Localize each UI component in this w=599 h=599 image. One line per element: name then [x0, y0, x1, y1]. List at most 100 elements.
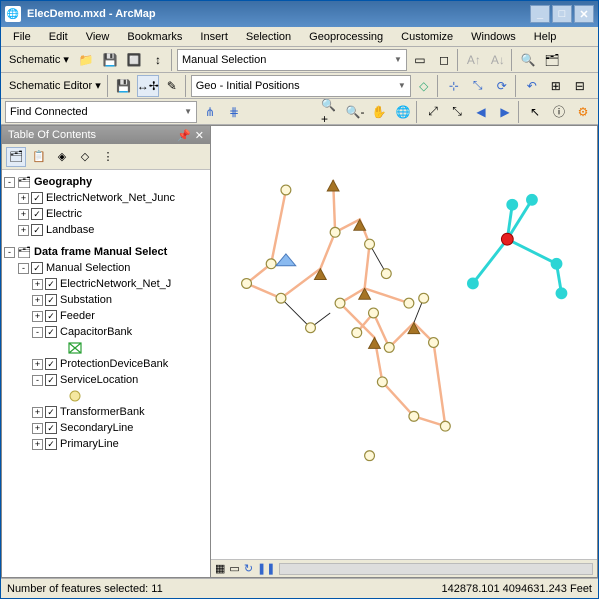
tree-row[interactable]: +✓Landbase — [4, 222, 208, 238]
visibility-checkbox[interactable]: ✓ — [45, 310, 57, 322]
tree-row[interactable]: -✓ServiceLocation — [4, 372, 208, 388]
visibility-checkbox[interactable]: ✓ — [45, 374, 57, 386]
menu-geoprocessing[interactable]: Geoprocessing — [301, 29, 391, 45]
open-diagram-icon[interactable]: 📁 — [75, 49, 97, 71]
fixed-zoom-out-icon[interactable]: ⤡ — [446, 101, 468, 123]
flip-icon[interactable]: ⤡ — [467, 75, 489, 97]
expand-toggle[interactable]: + — [18, 225, 29, 236]
expand-toggle[interactable]: + — [32, 311, 43, 322]
visibility-checkbox[interactable]: ✓ — [31, 262, 43, 274]
visibility-checkbox[interactable]: ✓ — [31, 224, 43, 236]
expand-toggle[interactable]: - — [32, 375, 43, 386]
find-connected-dropdown[interactable]: Find Connected — [5, 101, 197, 123]
selection-mode-dropdown[interactable]: Manual Selection — [177, 49, 407, 71]
save-diagram-icon[interactable]: 💾 — [99, 49, 121, 71]
zoom-in-icon[interactable]: 🔍+ — [320, 101, 342, 123]
list-by-drawing-icon[interactable]: 🗂 — [6, 147, 26, 167]
tree-row[interactable]: +✓Feeder — [4, 308, 208, 324]
trace-icon[interactable]: ⋔ — [199, 101, 221, 123]
visibility-checkbox[interactable]: ✓ — [31, 208, 43, 220]
tree-row[interactable]: +✓Electric — [4, 206, 208, 222]
options-icon[interactable]: ⚙ — [572, 101, 594, 123]
full-extent-icon[interactable]: 🌐 — [392, 101, 414, 123]
search-icon[interactable]: 🔍 — [517, 49, 539, 71]
group-icon[interactable]: ⊞ — [545, 75, 567, 97]
list-by-source-icon[interactable]: 📋 — [29, 147, 49, 167]
ungroup-icon[interactable]: ⊟ — [569, 75, 591, 97]
tree-row[interactable]: +✓ElectricNetwork_Net_Junc — [4, 190, 208, 206]
layout-view-icon[interactable]: ▭ — [229, 562, 239, 575]
tree-row[interactable]: +✓PrimaryLine — [4, 436, 208, 452]
menu-windows[interactable]: Windows — [463, 29, 524, 45]
font-increase-icon[interactable]: A↑ — [463, 49, 485, 71]
layer-tree[interactable]: -🗂Geography+✓ElectricNetwork_Net_Junc+✓E… — [2, 170, 210, 577]
schematic-editor-menu[interactable]: Schematic Editor ▾ — [5, 79, 105, 92]
visibility-checkbox[interactable]: ✓ — [45, 326, 57, 338]
select-features-icon[interactable]: ↖ — [524, 101, 546, 123]
expand-toggle[interactable]: + — [32, 279, 43, 290]
tree-row[interactable]: -✓Manual Selection — [4, 260, 208, 276]
undo-icon[interactable]: ↶ — [521, 75, 543, 97]
map-canvas[interactable] — [211, 126, 597, 559]
close-button[interactable]: ✕ — [574, 5, 594, 23]
visibility-checkbox[interactable]: ✓ — [45, 406, 57, 418]
clear-selection-icon[interactable]: ◻ — [433, 49, 455, 71]
expand-toggle[interactable]: + — [32, 423, 43, 434]
expand-toggle[interactable]: - — [18, 263, 29, 274]
list-by-selection-icon[interactable]: ◇ — [75, 147, 95, 167]
map-hscrollbar[interactable] — [279, 563, 593, 575]
tree-row[interactable]: +✓Substation — [4, 292, 208, 308]
next-extent-icon[interactable]: ▶ — [494, 101, 516, 123]
pause-draw-icon[interactable]: ❚❚ — [257, 562, 275, 575]
tree-row[interactable]: +✓ElectricNetwork_Net_J — [4, 276, 208, 292]
visibility-checkbox[interactable]: ✓ — [45, 438, 57, 450]
tree-row[interactable]: +✓ProtectionDeviceBank — [4, 356, 208, 372]
visibility-checkbox[interactable]: ✓ — [45, 358, 57, 370]
font-decrease-icon[interactable]: A↓ — [487, 49, 509, 71]
pan-icon[interactable]: ✋ — [368, 101, 390, 123]
menu-edit[interactable]: Edit — [41, 29, 76, 45]
options-icon[interactable]: ⋮ — [98, 147, 118, 167]
propagate-icon[interactable]: ↕ — [147, 49, 169, 71]
toc-close-icon[interactable]: ✕ — [195, 129, 204, 142]
data-view-icon[interactable]: ▦ — [215, 562, 225, 575]
expand-toggle[interactable]: - — [32, 327, 43, 338]
toc-pin-icon[interactable]: 📌 — [177, 129, 191, 142]
save-edits-icon[interactable]: 💾 — [113, 75, 135, 97]
menu-insert[interactable]: Insert — [192, 29, 236, 45]
prev-extent-icon[interactable]: ◀ — [470, 101, 492, 123]
select-by-rect-icon[interactable]: ▭ — [409, 49, 431, 71]
expand-toggle[interactable]: + — [32, 359, 43, 370]
menu-customize[interactable]: Customize — [393, 29, 461, 45]
menu-help[interactable]: Help — [526, 29, 565, 45]
layers-icon[interactable]: 🗂 — [541, 49, 563, 71]
schematic-menu[interactable]: Schematic ▾ — [5, 53, 73, 66]
tree-row[interactable]: -🗂Data frame Manual Select — [4, 244, 208, 260]
zoom-out-icon[interactable]: 🔍- — [344, 101, 366, 123]
tree-row[interactable]: +✓TransformerBank — [4, 404, 208, 420]
minimize-button[interactable]: _ — [530, 5, 550, 23]
trace-result-icon[interactable]: ⋕ — [223, 101, 245, 123]
identify-icon[interactable]: ⓘ — [548, 101, 570, 123]
expand-toggle[interactable]: + — [18, 209, 29, 220]
maximize-button[interactable]: □ — [552, 5, 572, 23]
fixed-zoom-in-icon[interactable]: ⤢ — [422, 101, 444, 123]
menu-selection[interactable]: Selection — [238, 29, 299, 45]
rotate-icon[interactable]: ⟳ — [491, 75, 513, 97]
apply-layout-icon[interactable]: ◇ — [413, 75, 435, 97]
tree-row[interactable]: +✓SecondaryLine — [4, 420, 208, 436]
align-nodes-icon[interactable]: ⊹ — [443, 75, 465, 97]
expand-toggle[interactable]: - — [4, 247, 15, 258]
visibility-checkbox[interactable]: ✓ — [31, 192, 43, 204]
layout-dropdown[interactable]: Geo - Initial Positions — [191, 75, 411, 97]
menu-bookmarks[interactable]: Bookmarks — [119, 29, 190, 45]
expand-toggle[interactable]: + — [32, 295, 43, 306]
visibility-checkbox[interactable]: ✓ — [45, 422, 57, 434]
move-tool-icon[interactable]: ↔︎✢ — [137, 75, 159, 97]
map-view[interactable]: ▦ ▭ ↻ ❚❚ — [211, 125, 598, 578]
refresh-icon[interactable]: ↻ — [244, 562, 253, 575]
update-diagram-icon[interactable]: 🔲 — [123, 49, 145, 71]
list-by-visibility-icon[interactable]: ◈ — [52, 147, 72, 167]
expand-toggle[interactable]: - — [4, 177, 15, 188]
tree-row[interactable]: -🗂Geography — [4, 174, 208, 190]
